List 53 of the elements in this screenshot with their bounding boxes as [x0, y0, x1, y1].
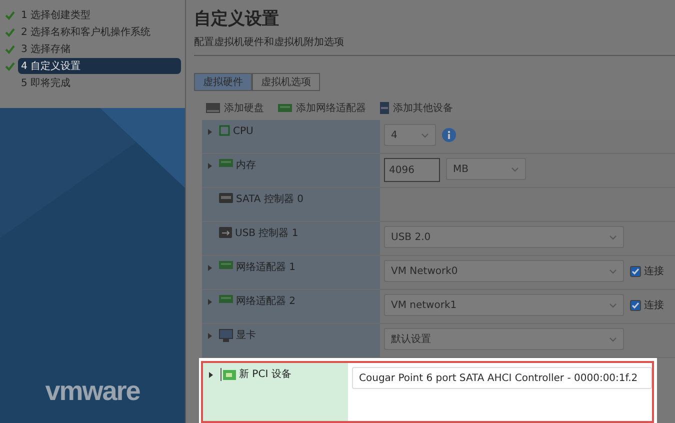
device-name: 网络适配器 1 [236, 261, 296, 275]
connect-label: 连接 [644, 264, 664, 278]
device-icon [380, 102, 389, 114]
device-name: USB 控制器 1 [235, 227, 298, 241]
device-name: 新 PCI 设备 [239, 368, 292, 382]
chevron-down-icon [609, 234, 617, 240]
chevron-down-icon [609, 302, 617, 308]
chevron-down-icon [421, 132, 429, 138]
chip-icon [219, 125, 230, 136]
memory-input[interactable]: 4096 [384, 158, 440, 182]
check-icon [631, 266, 640, 276]
monitor-icon [219, 329, 233, 342]
chevron-down-icon [511, 166, 519, 172]
dropdown[interactable]: VM Network0 [384, 260, 624, 282]
wizard-step[interactable]: 2 选择名称和客户机操作系统 [18, 24, 181, 40]
page-subtitle: 配置虚拟机硬件和虚拟机附加选项 [194, 35, 675, 56]
dropdown[interactable]: 默认设置 [384, 328, 624, 350]
checkbox[interactable] [630, 300, 641, 310]
chevron-down-icon [609, 268, 617, 274]
wizard-step[interactable]: 4 自定义设置 [18, 58, 181, 74]
page-title: 自定义设置 [194, 8, 280, 30]
unit-dropdown[interactable]: MB [446, 158, 526, 180]
device-field[interactable]: Cougar Point 6 port SATA AHCI Controller - 0000:00:1f.2 [352, 367, 652, 389]
device-name: 内存 [236, 159, 256, 173]
brand-logo: vmware [45, 376, 140, 407]
expand-icon[interactable] [209, 372, 213, 378]
check-icon [631, 300, 640, 310]
card-icon [219, 261, 233, 269]
dropdown[interactable]: VM network1 [384, 294, 624, 316]
toolbar-button[interactable]: 添加网络适配器 [278, 101, 366, 115]
card-icon [219, 295, 233, 303]
dropdown[interactable]: 4 [384, 124, 436, 146]
wizard-step[interactable]: 3 选择存储 [18, 41, 181, 57]
toolbar-button[interactable]: 添加硬盘 [206, 101, 264, 115]
chevron-down-icon [609, 336, 617, 342]
card-icon [278, 104, 292, 112]
device-name: SATA 控制器 0 [236, 193, 304, 207]
card-icon [220, 368, 236, 381]
tab[interactable]: 虚拟机选项 [252, 73, 320, 91]
toolbar-button[interactable]: 添加其他设备 [380, 101, 453, 115]
card-icon [219, 159, 233, 167]
wizard-step[interactable]: 5 即将完成 [18, 75, 181, 91]
connect-label: 连接 [644, 298, 664, 312]
info-icon[interactable] [442, 128, 456, 142]
tab[interactable]: 虚拟硬件 [194, 73, 252, 91]
dropdown[interactable]: USB 2.0 [384, 226, 624, 248]
checkbox[interactable] [630, 266, 641, 276]
usb-icon [219, 227, 232, 238]
wizard-step[interactable]: 1 选择创建类型 [18, 7, 181, 23]
device-name: 网络适配器 2 [236, 295, 296, 309]
device-name: CPU [233, 125, 254, 139]
controller-icon [219, 193, 233, 203]
device-name: 显卡 [236, 329, 256, 343]
